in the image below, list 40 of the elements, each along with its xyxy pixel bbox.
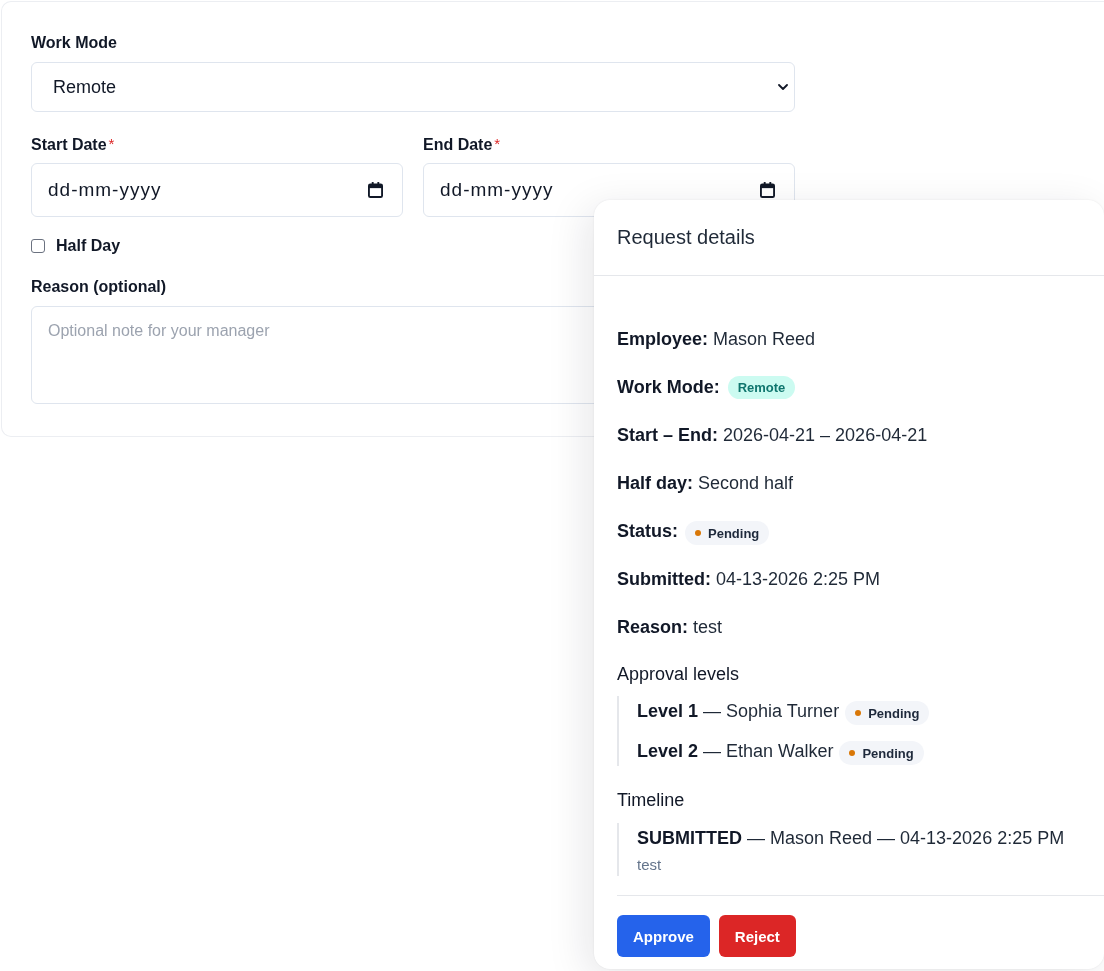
checkbox[interactable] [31, 239, 45, 253]
field-label: Reason (optional) [31, 277, 167, 297]
section-heading: Timeline [617, 789, 685, 812]
work-mode-select[interactable]: Remote [31, 62, 795, 112]
detail-label: Work Mode: [617, 376, 720, 398]
detail-label: Start – End: [617, 424, 718, 446]
field-label: Work Mode [31, 33, 117, 53]
approval-level: Level 1 — Sophia Turner [637, 700, 840, 722]
detail-label: Status: [617, 520, 678, 542]
checkbox-label: Half Day [56, 236, 121, 256]
date-field[interactable]: dd-mm-yyyy [31, 163, 403, 217]
chevron-down-icon [778, 84, 788, 90]
detail-label: Employee: [617, 328, 709, 350]
reject-button[interactable]: Reject [718, 915, 796, 957]
required-mark: * [494, 135, 501, 153]
detail-label: Submitted: [617, 568, 711, 590]
dialog-title: Request details [617, 226, 755, 249]
detail-value: Second half [698, 472, 794, 494]
timeline-note: test [637, 855, 662, 875]
detail-label: Reason: [617, 616, 688, 638]
detail-value: 04-13-2026 2:25 PM [716, 568, 881, 590]
required-mark: * [108, 135, 115, 153]
date-format-text: dd-mm-yyyy [440, 179, 554, 201]
approval-level: Level 2 — Ethan Walker [637, 740, 834, 762]
detail-value: 2026-04-21 – 2026-04-21 [723, 424, 928, 446]
date-format-text: dd-mm-yyyy [48, 179, 162, 201]
work-mode-tag: Remote [727, 375, 796, 399]
calendar-icon [760, 182, 775, 198]
field-label: End Date [423, 135, 493, 155]
detail-label: Half day: [617, 472, 694, 494]
field-label: Start Date [31, 135, 107, 155]
select-value: Remote [53, 76, 117, 98]
status-text: Pending [868, 705, 920, 721]
detail-value: test [693, 616, 723, 638]
calendar-icon [368, 182, 383, 198]
approve-button[interactable]: Approve [617, 915, 710, 957]
status-text: Pending [708, 525, 760, 541]
timeline-entry: SUBMITTED — Mason Reed — 04-13-2026 2:25 PM [637, 827, 1065, 850]
status-text: Pending [862, 745, 914, 761]
section-heading: Approval levels [617, 663, 740, 686]
